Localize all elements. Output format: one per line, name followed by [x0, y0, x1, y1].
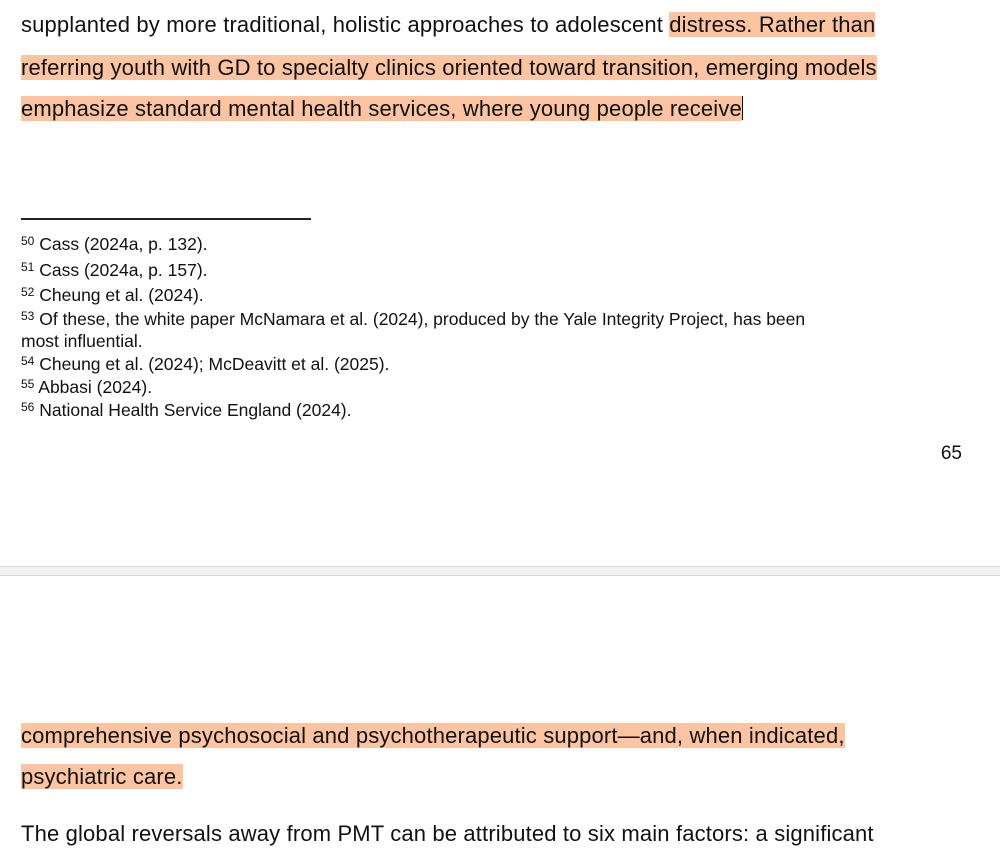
footnote-number: 55 [21, 377, 35, 391]
footnote-53[interactable]: 53 Of these, the white paper McNamara et… [21, 308, 805, 330]
body-text-line-1[interactable]: supplanted by more traditional, holistic… [21, 10, 876, 40]
footnote-text: National Health Service England (2024). [39, 400, 352, 420]
highlighted-text: distress. Rather than [669, 12, 876, 37]
footnote-56[interactable]: 56 National Health Service England (2024… [21, 399, 352, 421]
page-break-gap [0, 566, 1000, 576]
body-text-line-4[interactable]: comprehensive psychosocial and psychothe… [21, 721, 845, 751]
footnote-text: Cass (2024a, p. 157). [34, 260, 208, 280]
page-number: 65 [940, 443, 962, 464]
body-text-line-2[interactable]: referring youth with GD to specialty cli… [21, 53, 877, 83]
highlighted-text: referring youth with GD to specialty cli… [21, 55, 877, 80]
body-text-plain: supplanted by more traditional, holistic… [21, 12, 670, 37]
footnote-number: 52 [21, 285, 35, 299]
document-page-top: supplanted by more traditional, holistic… [0, 0, 1000, 566]
highlighted-text: emphasize standard mental health service… [21, 96, 742, 121]
footnote-text: Cheung et al. (2024). [39, 285, 204, 305]
footnote-text: Of these, the white paper McNamara et al… [39, 309, 806, 329]
footnote-50[interactable]: 50 Cass (2024a, p. 132). [21, 233, 208, 255]
document-page-bottom: comprehensive psychosocial and psychothe… [0, 576, 1000, 833]
footnote-text: most influential. [21, 331, 143, 351]
highlighted-text: psychiatric care. [21, 764, 183, 789]
footnote-52[interactable]: 52 Cheung et al. (2024). [21, 284, 204, 306]
footnote-text: Cass (2024a, p. 132). [39, 234, 208, 254]
footnote-text: Cheung et al. (2024); McDeavitt et al. (… [39, 354, 390, 374]
footnote-number: 53 [21, 309, 35, 323]
footnote-54[interactable]: 54 Cheung et al. (2024); McDeavitt et al… [21, 353, 389, 375]
footnote-number: 56 [21, 400, 35, 414]
body-text-line-3[interactable]: emphasize standard mental health service… [21, 94, 744, 124]
footnote-separator [21, 218, 311, 220]
footnote-53-continuation[interactable]: most influential. [21, 330, 143, 352]
text-cursor [741, 96, 744, 120]
footnote-51[interactable]: 51 Cass (2024a, p. 157). [21, 259, 208, 281]
footnote-number: 51 [21, 260, 35, 274]
footnote-number: 50 [21, 234, 35, 248]
body-text-cut-off-line[interactable]: The global reversals away from PMT can b… [21, 819, 874, 849]
footnote-text: Abbasi (2024). [38, 377, 153, 397]
footnote-55[interactable]: 55 Abbasi (2024). [21, 376, 152, 398]
body-text-line-5[interactable]: psychiatric care. [21, 762, 183, 792]
footnote-number: 54 [21, 354, 35, 368]
highlighted-text: comprehensive psychosocial and psychothe… [21, 723, 845, 748]
